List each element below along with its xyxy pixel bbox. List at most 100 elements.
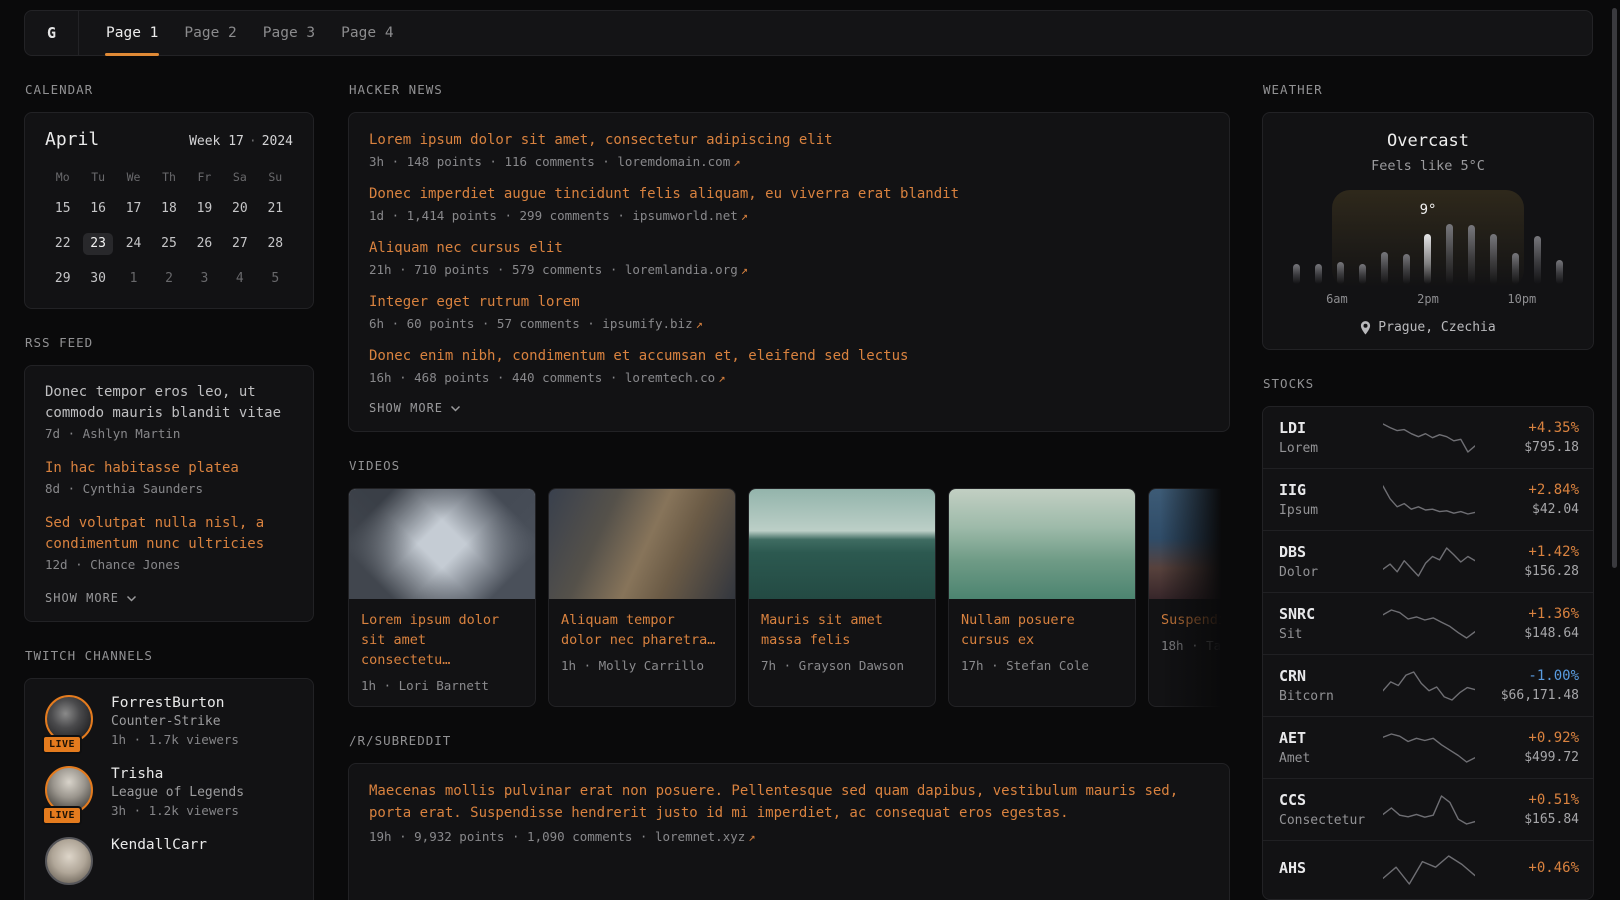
stock-values: +2.84% $42.04: [1475, 482, 1579, 517]
twitch-channel-row[interactable]: LIVE ForrestBurton Counter-Strike 1h · 1…: [45, 695, 293, 747]
app-logo[interactable]: G: [25, 11, 79, 55]
weather-time-labels: 6am2pm10pm: [1290, 292, 1566, 307]
video-card[interactable]: Suspendisse diam 18h · Tara: [1148, 488, 1230, 707]
stock-id: IIG Ipsum: [1279, 481, 1383, 518]
subreddit-card: Maecenas mollis pulvinar erat non posuer…: [348, 763, 1230, 900]
weather-bar: [1512, 253, 1519, 284]
page-tab[interactable]: Page 4: [328, 11, 406, 55]
page-tab[interactable]: Page 1: [93, 11, 171, 55]
rss-item-title[interactable]: Sed volutpat nulla nisl, a condimentum n…: [45, 513, 293, 555]
twitch-channel-row[interactable]: KendallCarr: [45, 837, 293, 885]
twitch-channel-row[interactable]: LIVE Trisha League of Legends 3h · 1.2k …: [45, 766, 293, 818]
stock-name: Sit: [1279, 627, 1383, 642]
stock-change-percent: +2.84%: [1475, 482, 1579, 498]
stock-name: Ipsum: [1279, 503, 1383, 518]
calendar-day-name: Su: [258, 170, 293, 184]
subreddit-widget-header: /R/SUBREDDIT: [349, 733, 1230, 748]
rss-feed-item: In hac habitasse platea 8d · Cynthia Sau…: [45, 458, 293, 496]
stock-row[interactable]: LDI Lorem +4.35% $795.18: [1263, 407, 1593, 468]
hackernews-item-title[interactable]: Aliquam nec cursus elit: [369, 238, 563, 258]
video-author: 18h · Tara: [1161, 638, 1230, 653]
video-title: Nullam posuere cursus ex: [961, 610, 1123, 650]
weather-hourly-chart: 9°: [1290, 190, 1566, 284]
stock-row[interactable]: DBS Dolor +1.42% $156.28: [1263, 530, 1593, 592]
item-meta-text: 6h · 60 points · 57 comments · ipsumify.…: [369, 316, 693, 331]
channel-viewers: 3h · 1.2k viewers: [111, 803, 244, 818]
page-tab-label: Page 3: [263, 25, 315, 41]
video-thumbnail: [949, 489, 1135, 599]
channel-name: KendallCarr: [111, 837, 207, 853]
hackernews-item-title[interactable]: Donec enim nibh, condimentum et accumsan…: [369, 346, 908, 366]
stock-change-percent: +0.92%: [1475, 730, 1579, 746]
calendar-date: 3: [189, 268, 219, 290]
weather-condition: Overcast: [1279, 131, 1577, 151]
video-card-body: Mauris sit amet massa felis 7h · Grayson…: [749, 599, 935, 686]
channel-info: KendallCarr: [111, 837, 207, 885]
rss-item-meta: 8d · Cynthia Saunders: [45, 481, 293, 496]
stock-values: +4.35% $795.18: [1475, 420, 1579, 455]
calendar-date: 24: [119, 233, 149, 255]
stocks-widget: STOCKS LDI Lorem +4.35% $795.18 IIG Ipsu…: [1262, 376, 1594, 900]
stock-ticker: CCS: [1279, 791, 1383, 809]
calendar-week-label: Week 17: [189, 134, 244, 149]
stock-ticker: DBS: [1279, 543, 1383, 561]
rss-item-title[interactable]: In hac habitasse platea: [45, 458, 293, 479]
rss-item-meta: 7d · Ashlyn Martin: [45, 426, 293, 441]
video-card[interactable]: Lorem ipsum dolor sit amet consectetu… 1…: [348, 488, 536, 707]
stock-name: Bitcorn: [1279, 689, 1383, 704]
channel-info: ForrestBurton Counter-Strike 1h · 1.7k v…: [111, 695, 239, 747]
page-tab[interactable]: Page 3: [250, 11, 328, 55]
weather-location: Prague, Czechia: [1279, 320, 1577, 335]
stock-values: +0.51% $165.84: [1475, 792, 1579, 827]
weather-bar: [1381, 252, 1388, 284]
stock-row[interactable]: SNRC Sit +1.36% $148.64: [1263, 592, 1593, 654]
stock-row[interactable]: CCS Consectetur +0.51% $165.84: [1263, 778, 1593, 840]
calendar-date: 17: [119, 198, 149, 220]
hackernews-item-meta: 16h · 468 points · 440 comments · loremt…: [369, 370, 1209, 385]
subreddit-post-title[interactable]: Maecenas mollis pulvinar erat non posuer…: [369, 780, 1209, 824]
videos-widget-header: VIDEOS: [349, 458, 1230, 473]
calendar-date: 21: [260, 198, 290, 220]
hackernews-item-title[interactable]: Donec imperdiet augue tincidunt felis al…: [369, 184, 959, 204]
video-card[interactable]: Nullam posuere cursus ex 17h · Stefan Co…: [948, 488, 1136, 707]
hackernews-widget-header: HACKER NEWS: [349, 82, 1230, 97]
stock-row[interactable]: IIG Ipsum +2.84% $42.04: [1263, 468, 1593, 530]
video-card[interactable]: Mauris sit amet massa felis 7h · Grayson…: [748, 488, 936, 707]
video-card[interactable]: Aliquam tempor dolor nec pharetra… 1h · …: [548, 488, 736, 707]
stock-row[interactable]: AET Amet +0.92% $499.72: [1263, 716, 1593, 778]
video-card-body: Nullam posuere cursus ex 17h · Stefan Co…: [949, 599, 1135, 686]
show-more-label: SHOW MORE: [369, 401, 443, 415]
twitch-card: LIVE ForrestBurton Counter-Strike 1h · 1…: [24, 678, 314, 900]
hackernews-item: Integer eget rutrum lorem 6h · 60 points…: [369, 291, 1209, 331]
stock-name: Lorem: [1279, 441, 1383, 456]
stock-id: AHS: [1279, 859, 1383, 881]
video-card-body: Suspendisse diam 18h · Tara: [1149, 599, 1230, 666]
calendar-date: 18: [154, 198, 184, 220]
stock-row[interactable]: CRN Bitcorn -1.00% $66,171.48: [1263, 654, 1593, 716]
hackernews-item-meta: 3h · 148 points · 116 comments · loremdo…: [369, 154, 1209, 169]
page-scrollbar[interactable]: [1612, 8, 1617, 568]
video-thumbnail: [1149, 489, 1230, 599]
weather-bar: [1534, 236, 1541, 284]
item-meta-text: 3h · 148 points · 116 comments · loremdo…: [369, 154, 730, 169]
calendar-day-name: We: [116, 170, 151, 184]
video-author: 1h · Molly Carrillo: [561, 658, 723, 673]
calendar-widget: CALENDAR April Week 17·2024 MoTuWeThFrSa…: [24, 82, 314, 309]
item-meta-text: 21h · 710 points · 579 comments · loreml…: [369, 262, 738, 277]
hackernews-item: Donec enim nibh, condimentum et accumsan…: [369, 345, 1209, 385]
calendar-date: 1: [119, 268, 149, 290]
stock-sparkline: [1383, 421, 1475, 455]
stock-values: +0.46%: [1475, 860, 1579, 880]
rss-show-more-button[interactable]: SHOW MORE: [45, 589, 137, 607]
stock-change-percent: +0.51%: [1475, 792, 1579, 808]
hackernews-show-more-button[interactable]: SHOW MORE: [369, 399, 461, 417]
videos-widget: VIDEOS Lorem ipsum dolor sit amet consec…: [348, 458, 1230, 707]
middle-column: HACKER NEWS Lorem ipsum dolor sit amet, …: [348, 76, 1230, 900]
hackernews-item-title[interactable]: Lorem ipsum dolor sit amet, consectetur …: [369, 130, 833, 150]
stock-id: SNRC Sit: [1279, 605, 1383, 642]
stock-sparkline: [1383, 853, 1475, 887]
page-tab[interactable]: Page 2: [171, 11, 249, 55]
rss-item-title[interactable]: Donec tempor eros leo, ut commodo mauris…: [45, 382, 293, 424]
hackernews-item-title[interactable]: Integer eget rutrum lorem: [369, 292, 580, 312]
stock-row[interactable]: AHS +0.46%: [1263, 840, 1593, 899]
